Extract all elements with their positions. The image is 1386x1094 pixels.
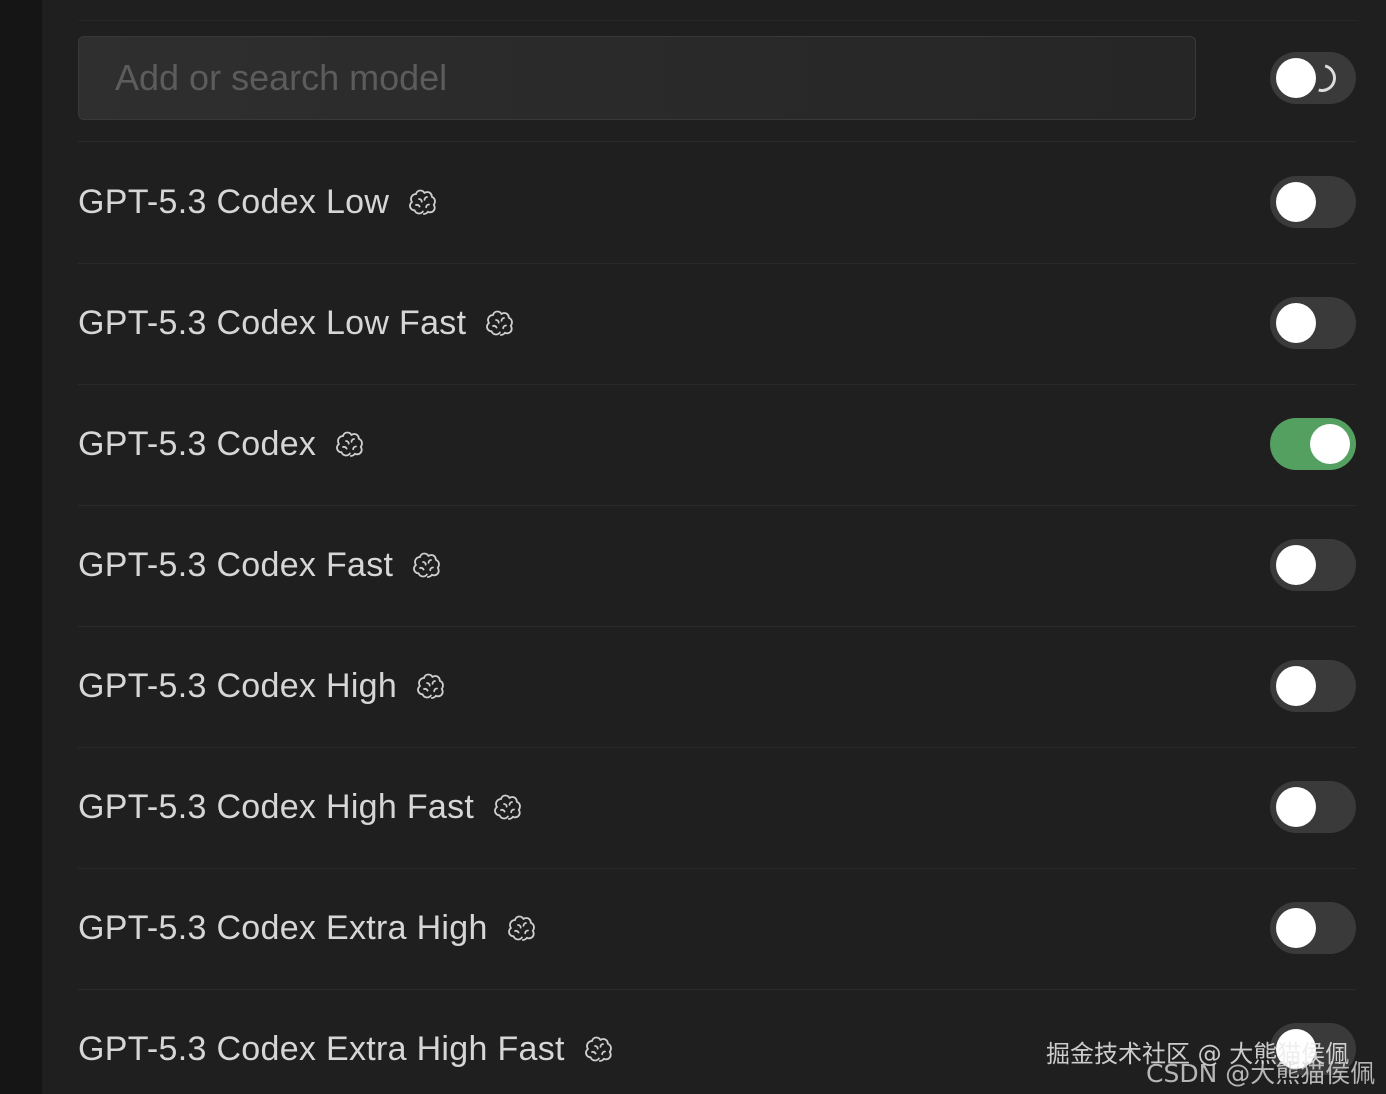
- model-toggle[interactable]: [1270, 418, 1356, 470]
- toggle-knob: [1276, 545, 1316, 585]
- brain-icon: [486, 310, 514, 336]
- model-name: GPT-5.3 Codex Extra High: [78, 908, 488, 947]
- left-rail: [0, 0, 42, 1094]
- model-label: GPT-5.3 Codex Extra High Fast: [78, 1029, 615, 1069]
- model-toggle[interactable]: [1270, 539, 1356, 591]
- model-name: GPT-5.3 Codex: [78, 424, 317, 463]
- search-row: [78, 36, 1356, 122]
- brain-icon: [413, 552, 441, 578]
- model-row: GPT-5.3 Codex High Fast: [78, 747, 1356, 867]
- toggle-knob: [1276, 666, 1316, 706]
- toggle-knob: [1276, 787, 1316, 827]
- brain-icon: [417, 673, 445, 699]
- csdn-watermark: CSDN @大熊猫侯佩: [1146, 1059, 1376, 1088]
- brain-icon: [336, 431, 364, 457]
- model-label: GPT-5.3 Codex Extra High: [78, 908, 538, 948]
- model-row: GPT-5.3 Codex Fast: [78, 505, 1356, 625]
- brain-icon: [507, 915, 535, 941]
- toggle-knob: [1276, 303, 1316, 343]
- model-name: GPT-5.3 Codex Fast: [78, 545, 394, 584]
- model-label: GPT-5.3 Codex Fast: [78, 545, 443, 585]
- model-name: GPT-5.3 Codex Low: [78, 182, 390, 221]
- model-name: GPT-5.3 Codex Low Fast: [78, 303, 467, 342]
- model-label: GPT-5.3 Codex High Fast: [78, 787, 524, 827]
- toggle-knob: [1276, 908, 1316, 948]
- model-row: GPT-5.3 Codex Low Fast: [78, 263, 1356, 383]
- model-label: GPT-5.3 Codex Low Fast: [78, 303, 516, 343]
- model-toggle[interactable]: [1270, 660, 1356, 712]
- brain-icon: [409, 189, 437, 215]
- model-search-input[interactable]: [78, 36, 1196, 120]
- model-toggle[interactable]: [1270, 297, 1356, 349]
- model-name: GPT-5.3 Codex High Fast: [78, 787, 475, 826]
- model-label: GPT-5.3 Codex High: [78, 666, 447, 706]
- toggle-knob: [1276, 182, 1316, 222]
- brain-icon: [584, 1036, 612, 1062]
- model-toggle[interactable]: [1270, 902, 1356, 954]
- model-row: GPT-5.3 Codex: [78, 384, 1356, 504]
- model-toggle[interactable]: [1270, 781, 1356, 833]
- model-row: GPT-5.3 Codex Low: [78, 142, 1356, 262]
- model-toggle[interactable]: [1270, 176, 1356, 228]
- brain-icon: [494, 794, 522, 820]
- loading-toggle[interactable]: [1270, 52, 1356, 104]
- model-name: GPT-5.3 Codex Extra High Fast: [78, 1029, 565, 1068]
- model-label: GPT-5.3 Codex: [78, 424, 366, 464]
- model-label: GPT-5.3 Codex Low: [78, 182, 439, 222]
- model-name: GPT-5.3 Codex High: [78, 666, 398, 705]
- model-row: GPT-5.3 Codex Extra High: [78, 868, 1356, 988]
- model-row: GPT-5.3 Codex High: [78, 626, 1356, 746]
- models-settings-panel: GPT-5.3 Codex Low GPT-5.3 Codex Low Fast…: [42, 0, 1386, 1094]
- top-divider: [78, 20, 1358, 21]
- toggle-knob: [1310, 424, 1350, 464]
